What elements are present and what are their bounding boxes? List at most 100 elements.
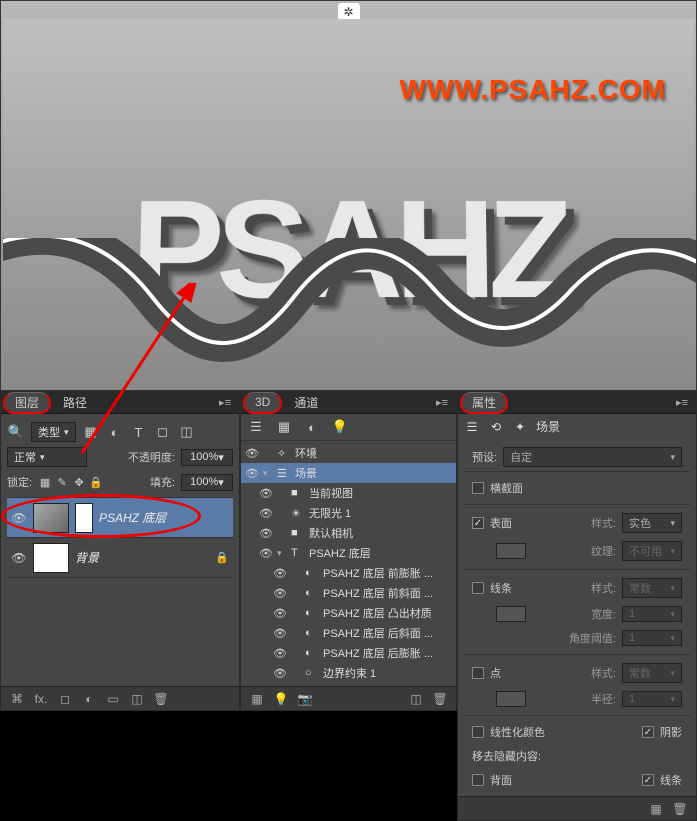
visibility-toggle-icon[interactable]: 👁: [259, 505, 273, 521]
tree-item[interactable]: 👁■默认相机: [241, 523, 456, 543]
layer-mask-thumbnail[interactable]: [75, 503, 93, 533]
search-icon[interactable]: 🔍: [7, 423, 25, 441]
expand-icon[interactable]: ▾: [263, 468, 273, 479]
new-icon[interactable]: ◫: [408, 691, 424, 707]
layer-item-psahz[interactable]: 👁 PSAHZ 底层: [7, 498, 233, 538]
tree-item[interactable]: 👁◐PSAHZ 底层 凸出材质: [241, 603, 456, 623]
folder-icon[interactable]: ▭: [105, 691, 121, 707]
surface-color-swatch[interactable]: [496, 543, 526, 559]
surface-checkbox[interactable]: [472, 517, 484, 529]
points-checkbox[interactable]: [472, 667, 484, 679]
tab-paths[interactable]: 路径: [53, 392, 97, 414]
text3d-object: PSAHZ: [13, 149, 684, 349]
shadow-checkbox[interactable]: [642, 726, 654, 738]
tab-3d[interactable]: 3D: [243, 392, 282, 414]
lines-color-swatch[interactable]: [496, 606, 526, 622]
tree-item[interactable]: 👁▾TPSAHZ 底层: [241, 543, 456, 563]
visibility-toggle-icon[interactable]: 👁: [11, 510, 27, 526]
tree-item[interactable]: 👁◐PSAHZ 底层 前膨胀 ...: [241, 563, 456, 583]
canvas-viewport[interactable]: WWW.PSAHZ.COM PSAHZ: [3, 19, 694, 388]
visibility-toggle-icon[interactable]: 👁: [245, 465, 259, 481]
visibility-toggle-icon[interactable]: 👁: [273, 665, 287, 681]
tree-item[interactable]: 👁✧环境: [241, 443, 456, 463]
tab-properties[interactable]: 属性: [460, 392, 508, 414]
surface-style-dropdown[interactable]: 实色: [622, 513, 682, 533]
lines2-checkbox[interactable]: [642, 774, 654, 786]
trash-icon[interactable]: 🗑: [153, 691, 169, 707]
tab-layers[interactable]: 图层: [3, 392, 51, 414]
filter-material-icon[interactable]: ◐: [303, 418, 321, 436]
crosssection-checkbox[interactable]: [472, 482, 484, 494]
visibility-toggle-icon[interactable]: 👁: [245, 445, 259, 461]
expand-icon[interactable]: ▾: [277, 548, 287, 559]
visibility-toggle-icon[interactable]: 👁: [273, 625, 287, 641]
tree-item[interactable]: 👁○边界约束 1: [241, 663, 456, 683]
trash-icon[interactable]: 🗑: [432, 691, 448, 707]
panel-menu-icon[interactable]: ▸≡: [432, 396, 452, 409]
tree-item[interactable]: 👁▾☰场景: [241, 463, 456, 483]
angle-input: 1: [622, 630, 682, 646]
tree-item[interactable]: 👁◐PSAHZ 底层 后膨胀 ...: [241, 643, 456, 663]
mesh-icon[interactable]: ☰: [464, 419, 480, 435]
new-layer-icon[interactable]: ◫: [129, 691, 145, 707]
visibility-toggle-icon[interactable]: 👁: [273, 645, 287, 661]
render-icon[interactable]: ▦: [249, 691, 265, 707]
points-color-swatch[interactable]: [496, 691, 526, 707]
lock-position-icon[interactable]: ✥: [72, 475, 86, 489]
filter-type-icon[interactable]: T: [130, 423, 148, 441]
filter-pixel-icon[interactable]: ▦: [82, 423, 100, 441]
filter-scene-icon[interactable]: ☰: [247, 418, 265, 436]
tree-item[interactable]: 👁◐PSAHZ 底层 前斜面 ...: [241, 583, 456, 603]
visibility-toggle-icon[interactable]: 👁: [273, 605, 287, 621]
lines-checkbox[interactable]: [472, 582, 484, 594]
filter-kind-dropdown[interactable]: 类型: [31, 422, 76, 442]
panel-menu-icon[interactable]: ▸≡: [672, 396, 692, 409]
fx-icon[interactable]: fx.: [33, 691, 49, 707]
visibility-toggle-icon[interactable]: 👁: [273, 565, 287, 581]
tree-item[interactable]: 👁☀无限光 1: [241, 503, 456, 523]
visibility-toggle-icon[interactable]: 👁: [259, 485, 273, 501]
tree-item[interactable]: 👁◐PSAHZ 底层 后斜面 ...: [241, 623, 456, 643]
adjustment-icon[interactable]: ◐: [81, 691, 97, 707]
visibility-toggle-icon[interactable]: 👁: [273, 585, 287, 601]
layer-name-label[interactable]: 背景: [75, 549, 99, 566]
filter-adjust-icon[interactable]: ◐: [106, 423, 124, 441]
filter-mesh-icon[interactable]: ▦: [275, 418, 293, 436]
lock-transparency-icon[interactable]: ▦: [38, 475, 52, 489]
render-icon[interactable]: ▦: [648, 801, 664, 817]
linearize-checkbox[interactable]: [472, 726, 484, 738]
visibility-toggle-icon[interactable]: 👁: [259, 525, 273, 541]
blend-mode-dropdown[interactable]: 正常: [7, 447, 87, 467]
fill-label: 填充:: [150, 474, 175, 490]
filter-shape-icon[interactable]: ◻: [154, 423, 172, 441]
opacity-input[interactable]: 100% ▾: [181, 449, 233, 466]
link-icon[interactable]: ⌘: [9, 691, 25, 707]
lock-pixels-icon[interactable]: ✎: [55, 475, 69, 489]
panel-menu-icon[interactable]: ▸≡: [215, 396, 235, 409]
tree-item-label: 无限光 1: [309, 505, 452, 521]
visibility-toggle-icon[interactable]: 👁: [259, 545, 273, 561]
tree-item[interactable]: 👁■当前视图: [241, 483, 456, 503]
layer-thumbnail[interactable]: [33, 543, 69, 573]
trash-icon[interactable]: 🗑: [672, 801, 688, 817]
coords-icon[interactable]: ✦: [512, 419, 528, 435]
props-body: 预设: 自定 横截面 表面 样式: 实色: [458, 439, 696, 796]
layer-item-background[interactable]: 👁 背景 🔒: [7, 538, 233, 578]
layer-name-label[interactable]: PSAHZ 底层: [99, 509, 166, 526]
backface-checkbox[interactable]: [472, 774, 484, 786]
lock-all-icon[interactable]: 🔒: [89, 475, 103, 489]
deform-icon[interactable]: ⟲: [488, 419, 504, 435]
mask-icon[interactable]: ◻: [57, 691, 73, 707]
filter-smart-icon[interactable]: ◫: [178, 423, 196, 441]
visibility-toggle-icon[interactable]: 👁: [11, 550, 27, 566]
tree-type-icon: ✧: [277, 447, 291, 460]
fill-input[interactable]: 100% ▾: [181, 474, 233, 491]
light-icon[interactable]: 💡: [273, 691, 289, 707]
layer-thumbnail[interactable]: [33, 503, 69, 533]
tab-channels[interactable]: 通道: [284, 392, 328, 414]
canvas-area[interactable]: ✲ WWW.PSAHZ.COM PSAHZ: [0, 0, 697, 391]
filter-light-icon[interactable]: 💡: [331, 418, 349, 436]
width-input: 1: [622, 606, 682, 622]
preset-dropdown[interactable]: 自定: [503, 447, 682, 467]
camera-icon[interactable]: 📷: [297, 691, 313, 707]
